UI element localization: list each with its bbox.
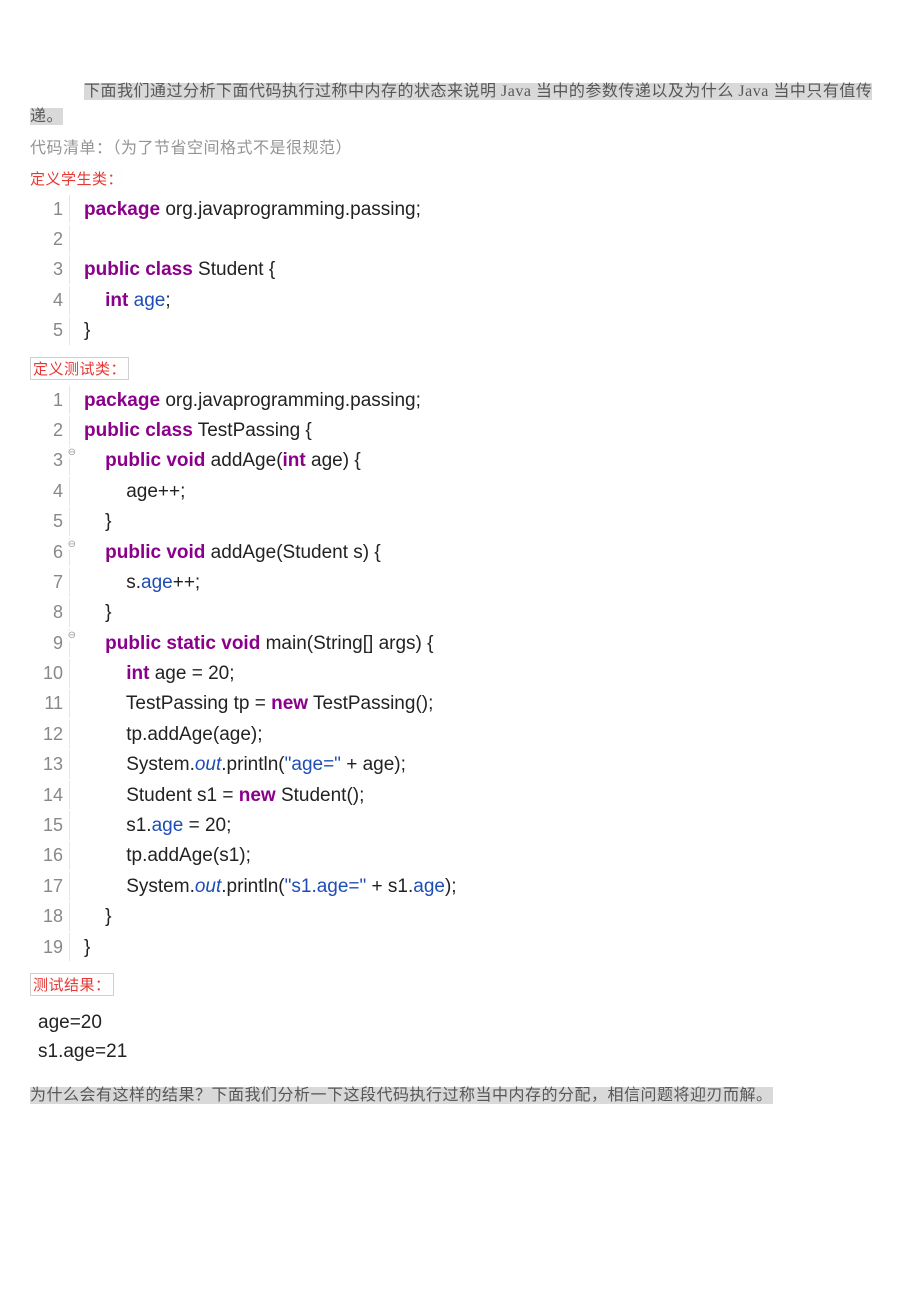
test-code-block: 1package org.javaprogramming.passing; 2p… bbox=[30, 386, 890, 963]
line-number: 5 bbox=[30, 316, 70, 345]
line-number: 5 bbox=[30, 507, 70, 536]
line-number: 13 bbox=[30, 750, 70, 779]
line-number: 4 bbox=[30, 477, 70, 506]
code-list-note: 代码清单：（为了节省空间格式不是很规范） bbox=[30, 134, 890, 158]
line-number: 9 bbox=[30, 629, 70, 658]
result-label: 测试结果： bbox=[30, 973, 114, 996]
line-number: 18 bbox=[30, 902, 70, 931]
line-number: 4 bbox=[30, 286, 70, 315]
line-number: 3 bbox=[30, 255, 70, 284]
line-number: 19 bbox=[30, 933, 70, 962]
line-number: 11 bbox=[30, 689, 70, 718]
output-block: age=20 s1.age=21 bbox=[38, 1008, 890, 1067]
line-number: 7 bbox=[30, 568, 70, 597]
line-number: 2 bbox=[30, 225, 70, 254]
line-number: 15 bbox=[30, 811, 70, 840]
line-number: 16 bbox=[30, 841, 70, 870]
intro-text: 下面我们通过分析下面代码执行过称中内存的状态来说明 Java 当中的参数传递以及… bbox=[30, 83, 872, 125]
line-number: 3 bbox=[30, 446, 70, 475]
closing-text: 为什么会有这样的结果？下面我们分析一下这段代码执行过称当中内存的分配，相信问题将… bbox=[30, 1087, 773, 1104]
line-number: 1 bbox=[30, 386, 70, 415]
output-line: age=20 bbox=[38, 1008, 890, 1037]
line-number: 1 bbox=[30, 195, 70, 224]
closing-paragraph: 为什么会有这样的结果？下面我们分析一下这段代码执行过称当中内存的分配，相信问题将… bbox=[30, 1081, 890, 1105]
student-class-label: 定义学生类： bbox=[30, 168, 123, 189]
line-number: 14 bbox=[30, 781, 70, 810]
line-number: 2 bbox=[30, 416, 70, 445]
line-number: 10 bbox=[30, 659, 70, 688]
student-code-block: 1package org.javaprogramming.passing; 2 … bbox=[30, 195, 890, 347]
output-line: s1.age=21 bbox=[38, 1037, 890, 1066]
line-number: 17 bbox=[30, 872, 70, 901]
test-class-label: 定义测试类： bbox=[30, 357, 129, 380]
line-number: 6 bbox=[30, 538, 70, 567]
line-number: 12 bbox=[30, 720, 70, 749]
intro-paragraph: 下面我们通过分析下面代码执行过称中内存的状态来说明 Java 当中的参数传递以及… bbox=[30, 80, 890, 130]
line-number: 8 bbox=[30, 598, 70, 627]
